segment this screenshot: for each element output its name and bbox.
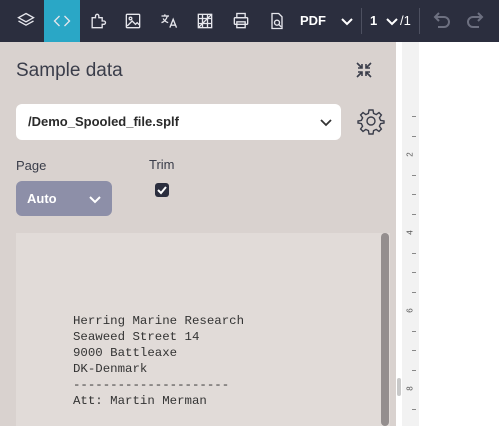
- divider: [419, 8, 420, 34]
- print-icon[interactable]: [223, 0, 259, 42]
- gear-settings-icon[interactable]: [357, 107, 385, 135]
- sample-text: Herring Marine Research Seaweed Street 1…: [73, 313, 244, 409]
- page-select-value: Auto: [27, 191, 57, 206]
- chevron-down-icon[interactable]: [319, 115, 333, 129]
- ruler-label: 8: [405, 386, 415, 391]
- vertical-ruler: 2 4 6 8: [402, 42, 419, 426]
- ruler-label: 6: [405, 308, 415, 313]
- ruler-label: 2: [405, 152, 415, 157]
- undo-icon[interactable]: [430, 11, 452, 31]
- grid-icon[interactable]: [187, 0, 223, 42]
- chevron-down-icon[interactable]: [385, 14, 399, 28]
- ruler-label: 4: [405, 230, 415, 235]
- image-icon[interactable]: [115, 0, 151, 42]
- file-select[interactable]: /Demo_Spooled_file.splf: [16, 104, 341, 140]
- document-search-icon[interactable]: [259, 0, 295, 42]
- toolbar: PDF 1 /1: [0, 0, 499, 42]
- translate-icon[interactable]: [151, 0, 187, 42]
- chevron-down-icon[interactable]: [340, 14, 354, 28]
- plugin-icon[interactable]: [80, 0, 116, 42]
- sample-line: ---------------------: [73, 378, 230, 392]
- chevron-down-icon[interactable]: [88, 192, 102, 206]
- page-number[interactable]: 1: [370, 0, 377, 42]
- sample-line: Seaweed Street 14: [73, 330, 200, 344]
- trim-label: Trim: [149, 157, 175, 172]
- sample-line: Herring Marine Research: [73, 314, 245, 328]
- layers-icon[interactable]: [8, 0, 44, 42]
- divider: [361, 8, 362, 34]
- collapse-icon[interactable]: [354, 60, 374, 80]
- report-page-canvas[interactable]: [419, 42, 499, 426]
- redo-icon[interactable]: [465, 11, 487, 31]
- trim-checkbox[interactable]: [155, 183, 169, 197]
- sample-line: 9000 Battleaxe: [73, 346, 178, 360]
- sample-line: Att: Martin Merman: [73, 394, 207, 408]
- scrollbar[interactable]: [381, 233, 389, 426]
- resize-handle[interactable]: [397, 378, 401, 396]
- sample-data-viewer[interactable]: Herring Marine Research Seaweed Street 1…: [16, 233, 390, 426]
- page-select[interactable]: Auto: [16, 181, 112, 216]
- page-total: /1: [400, 13, 411, 28]
- page-label: Page: [16, 158, 47, 173]
- code-icon[interactable]: [44, 0, 80, 42]
- file-select-value: /Demo_Spooled_file.splf: [28, 114, 179, 129]
- sample-line: DK-Denmark: [73, 362, 148, 376]
- panel-title: Sample data: [16, 60, 123, 81]
- format-select-label[interactable]: PDF: [300, 0, 326, 42]
